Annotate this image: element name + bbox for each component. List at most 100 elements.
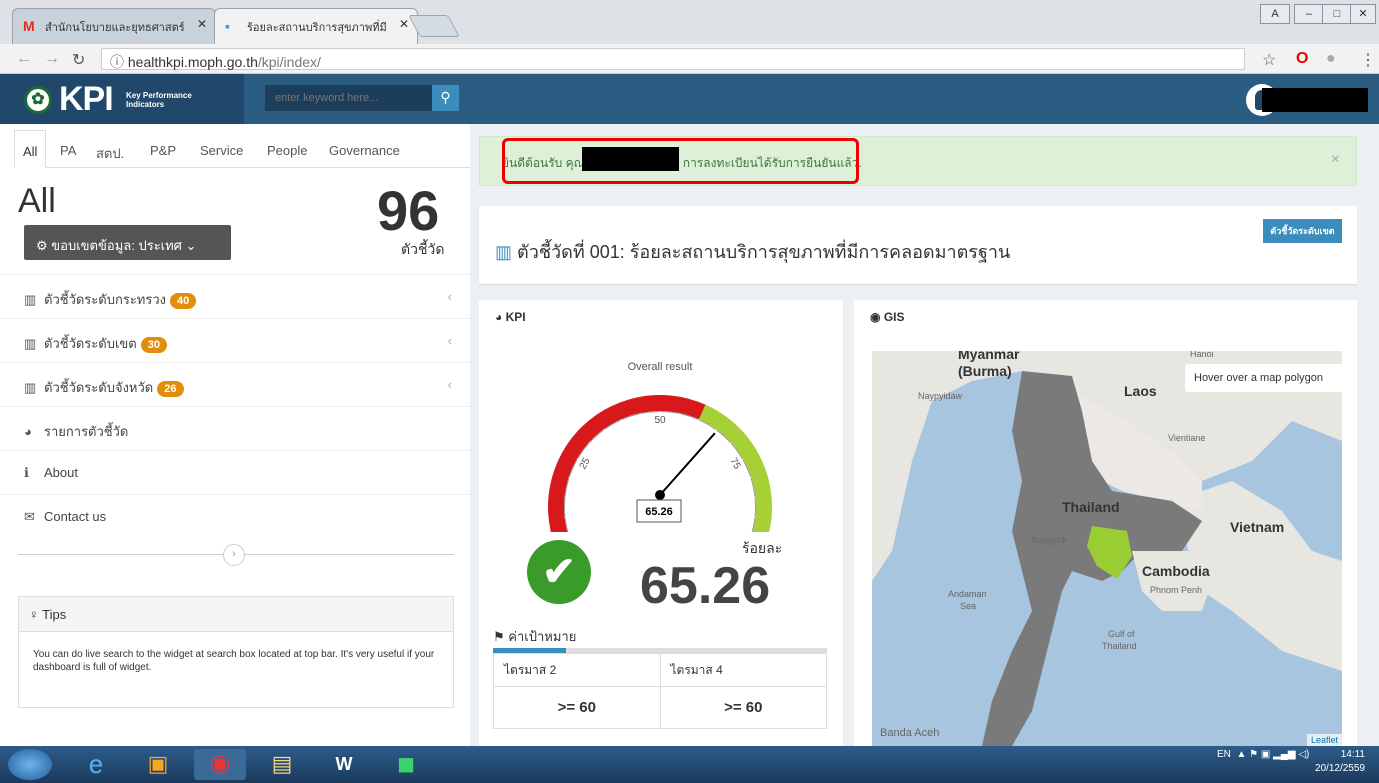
map-label: Gulf of [1108,629,1135,639]
bar-chart-icon: ▥ [24,380,37,395]
page-title: ▥ ตัวชี้วัดที่ 001: ร้อยละสถานบริการสุขภ… [495,237,1010,266]
menu-item-ministry[interactable]: ▥ ตัวชี้วัดระดับกระทรวง 40 ‹ [0,274,470,318]
indicator-count-label: ตัวชี้วัด [401,241,445,257]
clock[interactable]: 14:11 20/12/2559 [1315,748,1365,776]
gauge-tick-label: 50 [654,415,666,426]
media-player-icon[interactable]: ▣ [132,749,184,780]
menu-item-contact[interactable]: ✉ Contact us [0,494,470,538]
target-heading: ⚑ ค่าเป้าหมาย [493,626,576,647]
menu-dots-icon[interactable]: ⋮ [1360,50,1376,70]
tab-governance[interactable]: Governance [321,130,408,168]
tab-all[interactable]: All [14,130,47,168]
tab-stp[interactable]: สตป. [88,130,132,168]
map-label: Bangkok [1032,535,1068,545]
level-button[interactable]: ตัวชี้วัดระดับเขต [1263,219,1342,243]
map-svg [872,351,1342,746]
collapse-toggle-button[interactable]: › [223,544,245,566]
tab-label: สำนักนโยบายและยุทธศาสตร์ [45,22,185,34]
extension-icon[interactable]: ● [1326,50,1336,68]
indicator-count: 96 [377,179,440,242]
search-input[interactable] [265,85,433,111]
scope-label: ขอบเขตข้อมูล: ประเทศ [51,238,182,253]
file-explorer-icon[interactable]: ▤ [256,749,308,780]
menu-label: About [44,465,78,480]
search-button[interactable]: ⚲ [432,85,459,111]
chrome-icon[interactable]: ◉ [194,749,246,780]
tab-service[interactable]: Service [192,130,251,168]
section-title: All [18,182,56,220]
gauge-tick-mark [728,442,732,446]
gis-panel-title: GIS [883,310,905,324]
map-label: Banda Aceh [880,727,940,739]
moph-logo-icon: ✿ [24,86,52,114]
close-tab-icon[interactable]: ✕ [197,17,207,31]
url-field[interactable]: ⓘ healthkpi.moph.go.th/kpi/index/ [101,48,1245,70]
close-alert-icon[interactable]: × [1331,151,1340,169]
map-label: (Burma) [958,363,1012,379]
globe-icon: ◉ [870,310,884,324]
maximize-button[interactable]: □ [1322,4,1352,24]
leaflet-attribution[interactable]: Leaflet [1306,734,1342,746]
gauge-title: Overall result [628,361,693,373]
map-label: Hanoi [1190,351,1214,359]
kpi-panel-title: KPI [505,310,526,324]
close-tab-icon[interactable]: ✕ [399,17,409,31]
tab-label: ร้อยละสถานบริการสุขภาพที่มี [247,22,387,34]
logo-text: KPI [59,80,114,118]
back-icon[interactable]: ← [16,50,32,68]
menu-item-about[interactable]: ℹ About [0,450,470,494]
menu-item-region[interactable]: ▥ ตัวชี้วัดระดับเขต 30 ‹ [0,318,470,362]
gis-panel: ◉ GIS Myanmar (Burma) Naypyidaw Laos Han… [854,300,1357,746]
envelope-icon: ✉ [24,509,35,524]
close-window-button[interactable]: ✕ [1350,4,1376,24]
gauge-needle [659,432,716,496]
gauge-hub [655,490,665,500]
bookmark-star-icon[interactable]: ☆ [1262,50,1276,70]
system-tray: EN ▲ ⚑ ▣ ▂▄▆ ◁) 14:11 20/12/2559 [1217,748,1365,776]
bar-chart-icon: ▥ [24,336,37,351]
chevron-left-icon: ‹ [447,377,452,392]
info-icon: ⓘ [110,54,128,70]
tab-pp[interactable]: P&P [142,130,184,168]
menu-label: รายการตัวชี้วัด [44,424,129,439]
map-label: Cambodia [1142,563,1210,579]
count-badge: 26 [157,381,184,397]
forward-icon[interactable]: → [44,50,60,68]
kpi-title-box: ▥ ตัวชี้วัดที่ 001: ร้อยละสถานบริการสุขภ… [479,206,1357,284]
tab-pa[interactable]: PA [52,130,84,168]
line-app-icon[interactable]: ◼ [380,749,432,780]
language-indicator[interactable]: EN [1217,749,1231,760]
map-label: Myanmar [958,351,1020,362]
map-label: Laos [1124,383,1157,399]
gauge-tick-label: 75 [727,456,742,472]
gauge-tick-mark [588,442,592,446]
scope-dropdown-button[interactable]: ⚙ ขอบเขตข้อมูล: ประเทศ ⌄ [24,225,231,260]
word-icon[interactable]: W [318,749,370,780]
menu-item-province[interactable]: ▥ ตัวชี้วัดระดับจังหวัด 26 ‹ [0,362,470,406]
tab-people[interactable]: People [259,130,315,168]
reload-icon[interactable]: ↻ [72,50,85,70]
browser-tab-gmail[interactable]: M สำนักนโยบายและยุทธศาสตร์ ✕ [12,8,216,44]
logo[interactable]: ✿ KPI Key Performance Indicators [0,74,244,124]
sidebar: All PA สตป. P&P Service People Governanc… [0,124,470,746]
minimize-button[interactable]: – [1294,4,1324,24]
browser-tab-kpi[interactable]: ▪ ร้อยละสถานบริการสุขภาพที่มี ✕ [214,8,418,44]
start-button[interactable] [8,749,52,780]
kpi-title-text: ตัวชี้วัดที่ 001: ร้อยละสถานบริการสุขภาพ… [517,242,1011,262]
kpi-panel-header: ◕ KPI [495,310,526,324]
map-label: Andaman [948,589,987,599]
map[interactable]: Myanmar (Burma) Naypyidaw Laos Hanoi Vie… [872,351,1342,746]
opera-extension-icon[interactable]: O [1296,50,1308,68]
profile-button[interactable]: A [1260,4,1290,24]
kpi-panel: ◕ KPI Overall result 0255075100 65.26 ร้… [479,300,843,746]
menu-label: ตัวชี้วัดระดับจังหวัด [44,380,154,395]
bar-chart-icon: ▥ [495,242,518,262]
windows-taskbar: e ▣ ◉ ▤ W ◼ EN ▲ ⚑ ▣ ▂▄▆ ◁) 14:11 20/12/… [0,746,1379,783]
map-label: Thailand [1102,641,1137,651]
internet-explorer-icon[interactable]: e [70,749,122,780]
menu-item-indicator-list[interactable]: ◕ รายการตัวชี้วัด [0,406,470,450]
app-header: ✿ KPI Key Performance Indicators ⚲ [0,74,1379,124]
url-path: /kpi/index/ [257,54,321,70]
map-label: Sea [960,601,977,611]
target-tab-indicator [493,648,566,653]
